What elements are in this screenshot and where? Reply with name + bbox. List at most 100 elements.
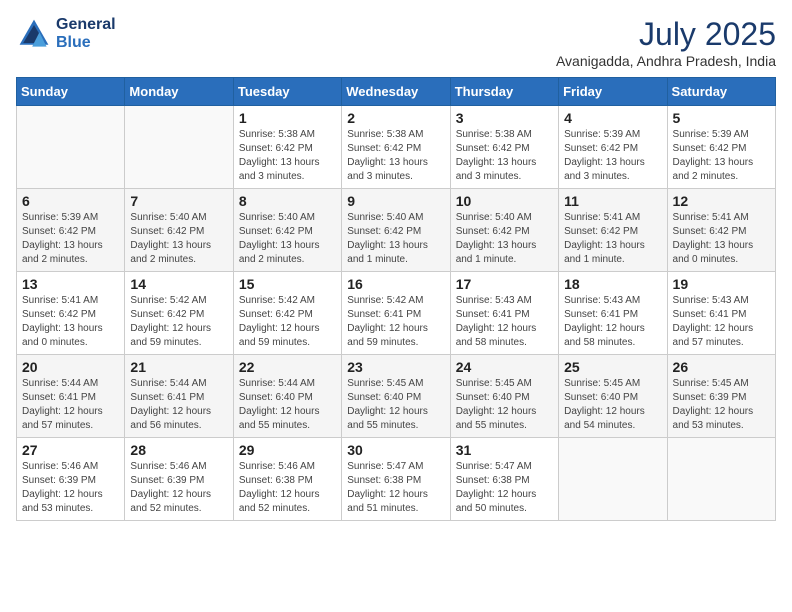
calendar-table: SundayMondayTuesdayWednesdayThursdayFrid…	[16, 77, 776, 521]
day-number: 13	[22, 276, 119, 292]
calendar-cell: 27Sunrise: 5:46 AM Sunset: 6:39 PM Dayli…	[17, 438, 125, 521]
calendar-cell: 4 Sunrise: 5:39 AM Sunset: 6:42 PM Daylig…	[559, 106, 667, 189]
day-number: 21	[130, 359, 227, 375]
calendar-cell	[559, 438, 667, 521]
day-number: 10	[456, 193, 553, 209]
calendar-cell: 18 Sunrise: 5:43 AM Sunset: 6:41 PM Dayli…	[559, 272, 667, 355]
day-info: Sunrise: 5:40 AM Sunset: 6:42 PM Dayligh…	[130, 211, 227, 267]
day-info: Sunrise: 5:38 AM Sunset: 6:42 PM Dayligh…	[239, 128, 336, 184]
calendar-cell: 12 Sunrise: 5:41 AM Sunset: 6:42 PM Dayli…	[667, 189, 775, 272]
day-info: Sunrise: 5:42 AM Sunset: 6:42 PM Dayligh…	[130, 294, 227, 350]
day-number: 14	[130, 276, 227, 292]
day-number: 24	[456, 359, 553, 375]
calendar-cell: 28 Sunrise: 5:46 AM Sunset: 6:39 PM Dayli…	[125, 438, 233, 521]
weekday-header-row: SundayMondayTuesdayWednesdayThursdayFrid…	[17, 78, 776, 106]
day-number: 8	[239, 193, 336, 209]
calendar-cell: 14 Sunrise: 5:42 AM Sunset: 6:42 PM Dayli…	[125, 272, 233, 355]
calendar-cell: 15Sunrise: 5:42 AM Sunset: 6:42 PM Dayli…	[233, 272, 341, 355]
day-info: Sunrise: 5:41 AM Sunset: 6:42 PM Dayligh…	[673, 211, 770, 267]
day-number: 2	[347, 110, 444, 126]
calendar-cell: 1 Sunrise: 5:38 AM Sunset: 6:42 PM Daylig…	[233, 106, 341, 189]
calendar-cell: 26 Sunrise: 5:45 AM Sunset: 6:39 PM Dayli…	[667, 355, 775, 438]
week-row-5: 27 Sunrise: 5:46 AM Sunset: 6:39 PM Dayli…	[17, 438, 776, 521]
day-info: Sunrise: 5:44 AM Sunset: 6:41 PM Dayligh…	[130, 377, 227, 433]
calendar-cell: 17 Sunrise: 5:43 AM Sunset: 6:41 PM Dayli…	[450, 272, 558, 355]
day-number: 19	[673, 276, 770, 292]
day-info: Sunrise: 5:43 AM Sunset: 6:41 PM Dayligh…	[456, 294, 553, 350]
day-number: 30	[347, 442, 444, 458]
day-number: 12	[673, 193, 770, 209]
day-number: 27	[22, 442, 119, 458]
day-info: Sunrise: 5:43 AM Sunset: 6:41 PM Dayligh…	[564, 294, 661, 350]
weekday-header-thursday: Thursday	[450, 78, 558, 106]
day-info: Sunrise: 5:40 AM Sunset: 6:42 PM Dayligh…	[239, 211, 336, 267]
calendar-cell: 2 Sunrise: 5:38 AM Sunset: 6:42 PM Daylig…	[342, 106, 450, 189]
day-number: 25	[564, 359, 661, 375]
day-number: 3	[456, 110, 553, 126]
day-number: 28	[130, 442, 227, 458]
calendar-cell: 25 Sunrise: 5:45 AM Sunset: 6:40 PM Dayli…	[559, 355, 667, 438]
day-number: 9	[347, 193, 444, 209]
day-info: Sunrise: 5:42 AM Sunset: 6:42 PM Dayligh…	[239, 294, 336, 350]
calendar-cell	[667, 438, 775, 521]
day-info: Sunrise: 5:39 AM Sunset: 6:42 PM Dayligh…	[22, 211, 119, 267]
day-number: 1	[239, 110, 336, 126]
day-number: 23	[347, 359, 444, 375]
day-info: Sunrise: 5:45 AM Sunset: 6:40 PM Dayligh…	[564, 377, 661, 433]
calendar-cell: 8 Sunrise: 5:40 AM Sunset: 6:42 PM Daylig…	[233, 189, 341, 272]
day-number: 6	[22, 193, 119, 209]
weekday-header-friday: Friday	[559, 78, 667, 106]
day-info: Sunrise: 5:45 AM Sunset: 6:39 PM Dayligh…	[673, 377, 770, 433]
day-info: Sunrise: 5:40 AM Sunset: 6:42 PM Dayligh…	[456, 211, 553, 267]
title-block: July 2025 Avanigadda, Andhra Pradesh, In…	[556, 16, 776, 69]
day-info: Sunrise: 5:39 AM Sunset: 6:42 PM Dayligh…	[564, 128, 661, 184]
day-info: Sunrise: 5:38 AM Sunset: 6:42 PM Dayligh…	[347, 128, 444, 184]
calendar-cell: 11 Sunrise: 5:41 AM Sunset: 6:42 PM Dayli…	[559, 189, 667, 272]
day-number: 17	[456, 276, 553, 292]
day-info: Sunrise: 5:46 AM Sunset: 6:39 PM Dayligh…	[130, 460, 227, 516]
calendar-cell: 3 Sunrise: 5:38 AM Sunset: 6:42 PM Daylig…	[450, 106, 558, 189]
calendar-cell: 10 Sunrise: 5:40 AM Sunset: 6:42 PM Dayli…	[450, 189, 558, 272]
day-number: 11	[564, 193, 661, 209]
logo-general: General	[56, 16, 116, 34]
day-number: 5	[673, 110, 770, 126]
week-row-4: 20Sunrise: 5:44 AM Sunset: 6:41 PM Dayli…	[17, 355, 776, 438]
week-row-2: 6 Sunrise: 5:39 AM Sunset: 6:42 PM Daylig…	[17, 189, 776, 272]
calendar-cell: 24Sunrise: 5:45 AM Sunset: 6:40 PM Dayli…	[450, 355, 558, 438]
logo-blue: Blue	[56, 34, 116, 52]
day-info: Sunrise: 5:47 AM Sunset: 6:38 PM Dayligh…	[347, 460, 444, 516]
week-row-3: 13 Sunrise: 5:41 AM Sunset: 6:42 PM Dayli…	[17, 272, 776, 355]
day-info: Sunrise: 5:47 AM Sunset: 6:38 PM Dayligh…	[456, 460, 553, 516]
calendar-cell: 16Sunrise: 5:42 AM Sunset: 6:41 PM Dayli…	[342, 272, 450, 355]
day-number: 26	[673, 359, 770, 375]
calendar-cell: 9Sunrise: 5:40 AM Sunset: 6:42 PM Daylig…	[342, 189, 450, 272]
calendar-cell: 5 Sunrise: 5:39 AM Sunset: 6:42 PM Daylig…	[667, 106, 775, 189]
calendar-cell: 22Sunrise: 5:44 AM Sunset: 6:40 PM Dayli…	[233, 355, 341, 438]
calendar-cell: 6 Sunrise: 5:39 AM Sunset: 6:42 PM Daylig…	[17, 189, 125, 272]
weekday-header-saturday: Saturday	[667, 78, 775, 106]
weekday-header-tuesday: Tuesday	[233, 78, 341, 106]
calendar-cell	[125, 106, 233, 189]
weekday-header-sunday: Sunday	[17, 78, 125, 106]
calendar-cell: 19Sunrise: 5:43 AM Sunset: 6:41 PM Dayli…	[667, 272, 775, 355]
calendar-cell: 29Sunrise: 5:46 AM Sunset: 6:38 PM Dayli…	[233, 438, 341, 521]
day-number: 18	[564, 276, 661, 292]
day-number: 29	[239, 442, 336, 458]
day-number: 22	[239, 359, 336, 375]
logo-icon	[16, 16, 52, 52]
month-year: July 2025	[556, 16, 776, 53]
calendar-cell: 30 Sunrise: 5:47 AM Sunset: 6:38 PM Dayli…	[342, 438, 450, 521]
logo: General Blue	[16, 16, 116, 52]
calendar-cell: 21 Sunrise: 5:44 AM Sunset: 6:41 PM Dayli…	[125, 355, 233, 438]
calendar-cell: 31Sunrise: 5:47 AM Sunset: 6:38 PM Dayli…	[450, 438, 558, 521]
day-info: Sunrise: 5:41 AM Sunset: 6:42 PM Dayligh…	[564, 211, 661, 267]
day-number: 4	[564, 110, 661, 126]
calendar-cell: 20Sunrise: 5:44 AM Sunset: 6:41 PM Dayli…	[17, 355, 125, 438]
day-info: Sunrise: 5:38 AM Sunset: 6:42 PM Dayligh…	[456, 128, 553, 184]
weekday-header-monday: Monday	[125, 78, 233, 106]
weekday-header-wednesday: Wednesday	[342, 78, 450, 106]
day-info: Sunrise: 5:42 AM Sunset: 6:41 PM Dayligh…	[347, 294, 444, 350]
day-info: Sunrise: 5:41 AM Sunset: 6:42 PM Dayligh…	[22, 294, 119, 350]
day-info: Sunrise: 5:39 AM Sunset: 6:42 PM Dayligh…	[673, 128, 770, 184]
day-info: Sunrise: 5:45 AM Sunset: 6:40 PM Dayligh…	[347, 377, 444, 433]
